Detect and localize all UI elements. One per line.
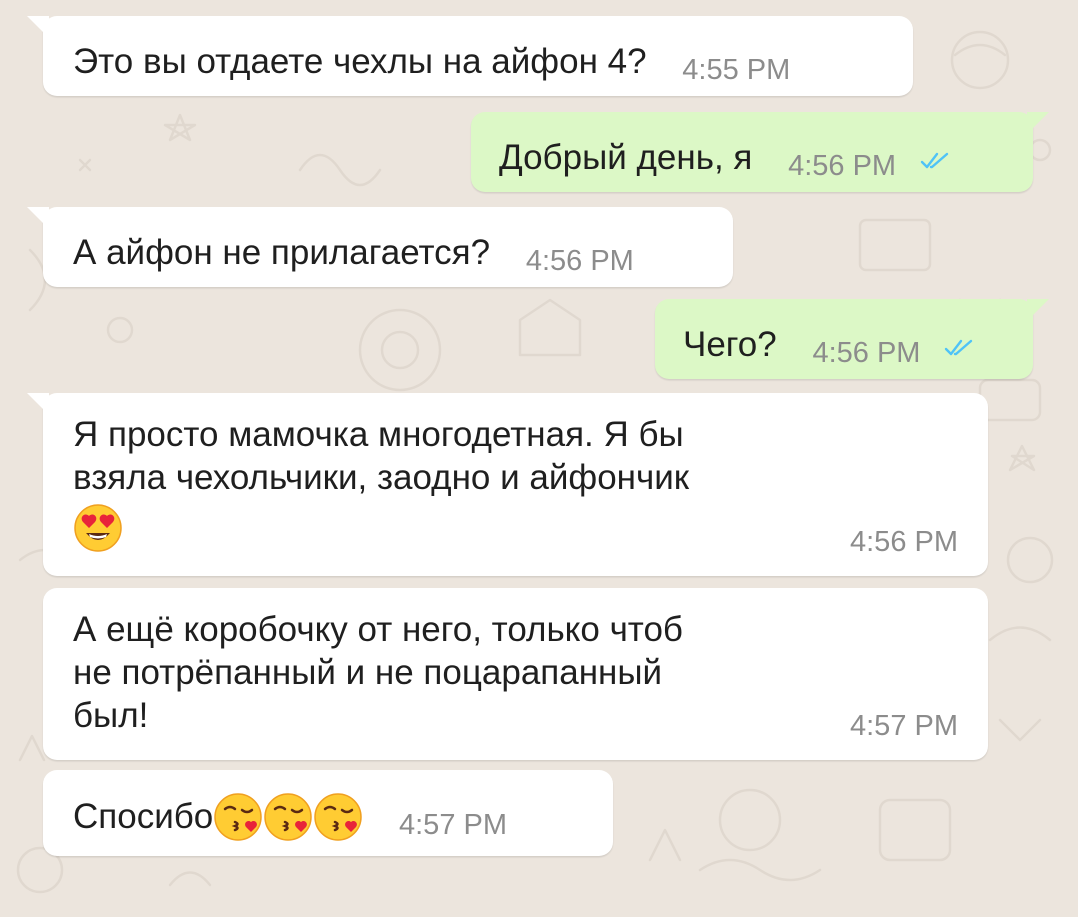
message-bubble-outgoing[interactable]: Чего? 4:56 PM	[655, 299, 1049, 379]
message-text-line: был!	[73, 696, 149, 735]
message-bubble-incoming[interactable]: Спосибо 4:57 PM	[43, 770, 613, 856]
bubble-tail	[1027, 299, 1049, 321]
message-bubble-incoming[interactable]: А айфон не прилагается? 4:56 PM	[27, 207, 733, 287]
message-bubble-incoming[interactable]: Это вы отдаете чехлы на айфон 4? 4:55 PM	[27, 16, 913, 96]
message-timestamp: 4:56 PM	[850, 526, 958, 558]
bubble-tail	[27, 207, 49, 229]
message-timestamp: 4:57 PM	[399, 809, 507, 841]
message-bubble-outgoing[interactable]: Добрый день, я 4:56 PM	[471, 112, 1049, 192]
message-text-line: А ещё коробочку от него, только чтоб	[73, 610, 683, 649]
kissing-heart-emoji	[314, 793, 363, 841]
bubble-tail	[1027, 112, 1049, 134]
bubble-tail	[27, 16, 49, 38]
kissing-heart-emoji	[214, 793, 263, 841]
message-text: Чего?	[683, 325, 777, 364]
bubble-tail	[27, 393, 49, 415]
double-check-read-icon	[920, 152, 949, 169]
message-text-line: Я просто мамочка многодетная. Я бы	[73, 415, 684, 454]
message-bubble-incoming[interactable]: А ещё коробочку от него, только чтоб не …	[43, 588, 988, 760]
message-text: Спосибо	[73, 797, 214, 836]
message-text-line: взяла чехольчики, заодно и айфончик	[73, 458, 690, 497]
message-text: Это вы отдаете чехлы на айфон 4?	[73, 42, 647, 81]
message-timestamp: 4:56 PM	[812, 337, 921, 369]
message-timestamp: 4:57 PM	[850, 710, 958, 742]
message-text: Добрый день, я	[499, 138, 753, 177]
chat-message-list[interactable]: Это вы отдаете чехлы на айфон 4? 4:55 PM…	[0, 0, 1078, 917]
message-bubble-incoming[interactable]: Я просто мамочка многодетная. Я бы взяла…	[27, 393, 988, 576]
heart-eyes-emoji	[74, 504, 122, 552]
message-timestamp: 4:56 PM	[788, 150, 897, 182]
message-timestamp: 4:55 PM	[682, 54, 791, 86]
message-text-line: не потрёпанный и не поцарапанный	[73, 653, 663, 692]
double-check-read-icon	[945, 339, 973, 356]
message-text: А айфон не прилагается?	[73, 233, 491, 272]
kissing-heart-emoji	[264, 793, 313, 841]
message-timestamp: 4:56 PM	[525, 245, 634, 277]
